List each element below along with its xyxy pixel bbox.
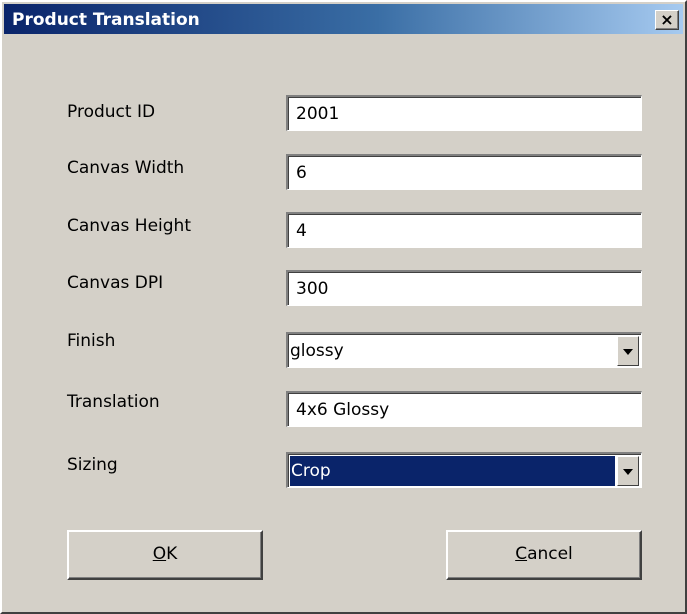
close-button[interactable]: × <box>655 10 679 30</box>
ok-mnemonic: O <box>152 544 167 564</box>
ok-label-rest: K <box>166 544 178 564</box>
product-translation-dialog: Product Translation × Product ID 2001 Ca… <box>0 0 687 614</box>
product-id-input[interactable]: 2001 <box>286 95 642 131</box>
ok-button[interactable]: OK <box>67 530 263 580</box>
canvas-width-label: Canvas Width <box>67 158 185 178</box>
canvas-dpi-input[interactable]: 300 <box>286 270 642 306</box>
title-bar[interactable]: Product Translation × <box>4 4 683 34</box>
close-icon: × <box>660 10 674 29</box>
cancel-button[interactable]: Cancel <box>446 530 642 580</box>
chevron-down-icon <box>623 469 633 475</box>
cancel-mnemonic: C <box>515 544 528 564</box>
chevron-down-icon <box>623 349 633 355</box>
canvas-width-input[interactable]: 6 <box>286 154 642 190</box>
canvas-height-label: Canvas Height <box>67 216 191 236</box>
sizing-label: Sizing <box>67 455 118 475</box>
product-id-label: Product ID <box>67 102 156 122</box>
window-title: Product Translation <box>12 10 200 30</box>
sizing-value: Crop <box>290 456 615 486</box>
finish-select[interactable]: glossy <box>286 332 642 368</box>
translation-label: Translation <box>67 392 160 412</box>
finish-dropdown-button[interactable] <box>617 336 639 366</box>
cancel-label-rest: ancel <box>527 544 573 564</box>
sizing-dropdown-button[interactable] <box>617 456 639 486</box>
canvas-height-input[interactable]: 4 <box>286 212 642 248</box>
canvas-dpi-label: Canvas DPI <box>67 273 164 293</box>
finish-label: Finish <box>67 331 116 351</box>
sizing-select[interactable]: Crop <box>286 452 642 488</box>
finish-value: glossy <box>290 341 344 361</box>
translation-input[interactable]: 4x6 Glossy <box>286 391 642 427</box>
